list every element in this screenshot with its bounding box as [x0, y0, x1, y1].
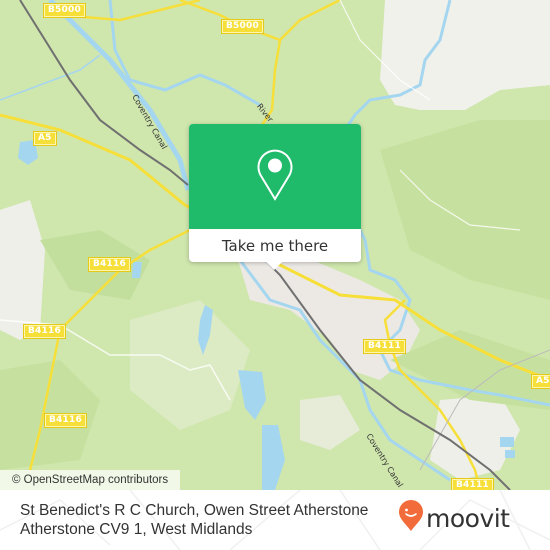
road-label-b5000: B5000	[43, 3, 86, 18]
map-view[interactable]: B5000 B5000 A5 B4116 B4116 B4116 B4111 A…	[0, 0, 550, 490]
footer: St Benedict's R C Church, Owen Street At…	[0, 490, 550, 550]
take-me-there-button[interactable]: Take me there	[189, 229, 361, 262]
popup-header	[189, 124, 361, 229]
road-label-b4116: B4116	[23, 324, 66, 339]
road-label-b4111: B4111	[363, 339, 406, 354]
road-label-a5: A5	[33, 131, 57, 146]
location-address: St Benedict's R C Church, Owen Street At…	[20, 502, 369, 538]
road-label-b4111: B4111	[451, 478, 494, 490]
map-pin-icon	[255, 148, 295, 206]
moovit-wordmark: moovit	[426, 503, 510, 533]
popup-pointer	[264, 260, 284, 270]
location-popup: Take me there	[189, 124, 361, 270]
moovit-logo[interactable]: moovit	[398, 500, 510, 536]
map-attribution[interactable]: © OpenStreetMap contributors	[0, 470, 181, 490]
road-label-b4116: B4116	[88, 257, 131, 272]
road-label-b4116: B4116	[44, 413, 87, 428]
road-label-a5: A5	[531, 374, 550, 389]
road-label-b5000: B5000	[221, 19, 264, 34]
moovit-pin-icon	[398, 500, 424, 536]
